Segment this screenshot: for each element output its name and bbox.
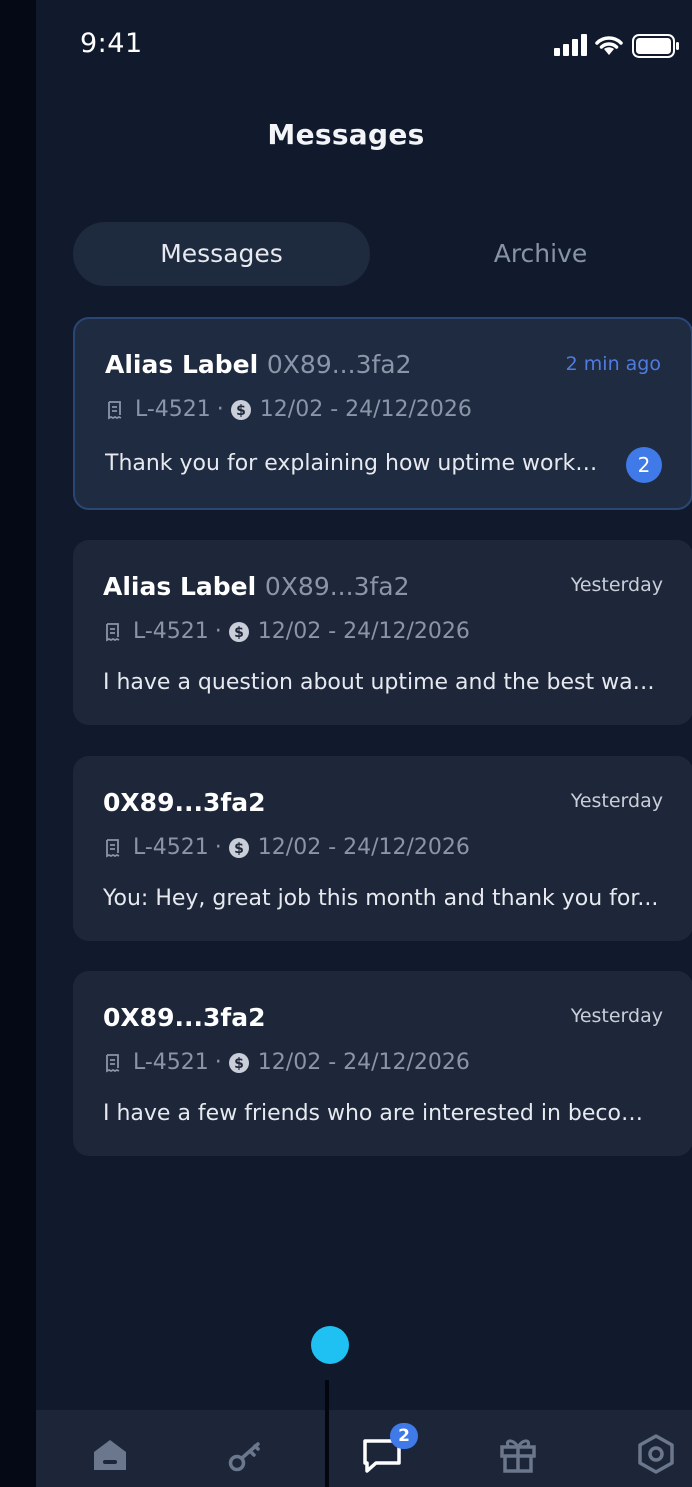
meta-separator: · xyxy=(214,835,222,860)
phone-screen: 9:41 Messages Messages Archive Alias Lab… xyxy=(36,0,692,1487)
message-time: Yesterday xyxy=(570,574,663,596)
lease-period: 12/02 - 24/12/2026 xyxy=(257,835,470,860)
lease-period: 12/02 - 24/12/2026 xyxy=(257,619,470,644)
drag-line xyxy=(325,1380,329,1487)
meta-separator: · xyxy=(214,619,222,644)
tab-messages[interactable]: Messages xyxy=(73,222,370,286)
message-preview: I have a question about uptime and the b… xyxy=(103,670,663,695)
contact-alias: Alias Label xyxy=(103,572,257,601)
unread-count-badge: 2 xyxy=(626,447,662,483)
message-time: Yesterday xyxy=(570,790,663,812)
wifi-icon xyxy=(595,36,623,55)
bottom-nav xyxy=(36,1410,692,1487)
dollar-coin-icon: $ xyxy=(228,1052,249,1073)
svg-text:$: $ xyxy=(236,403,246,419)
page-title: Messages xyxy=(267,118,425,151)
chat-badge: 2 xyxy=(390,1423,418,1449)
lease-period: 12/02 - 24/12/2026 xyxy=(259,397,472,422)
contact-address: 0X89...3fa2 xyxy=(266,350,412,379)
receipt-icon xyxy=(106,1053,120,1072)
lease-id: L-4521 xyxy=(133,835,209,860)
conversation-title: 0X89...3fa2 xyxy=(103,788,266,817)
conversation-item[interactable]: Alias Label 0X89...3fa2 Yesterday L-4521… xyxy=(73,540,692,725)
contact-address: 0X89...3fa2 xyxy=(103,1003,266,1032)
signal-icon xyxy=(554,34,587,56)
message-time: Yesterday xyxy=(570,1005,663,1027)
status-time: 9:41 xyxy=(80,28,143,59)
receipt-icon xyxy=(106,838,120,857)
settings-hex-icon[interactable] xyxy=(632,1430,680,1478)
contact-alias: Alias Label xyxy=(105,350,259,379)
conversation-item[interactable]: 0X89...3fa2 Yesterday L-4521 · $ 12/02 -… xyxy=(73,756,692,941)
lease-period: 12/02 - 24/12/2026 xyxy=(257,1050,470,1075)
dollar-coin-icon: $ xyxy=(228,837,249,858)
conversation-item[interactable]: 0X89...3fa2 Yesterday L-4521 · $ 12/02 -… xyxy=(73,971,692,1156)
segmented-tabs: Messages Archive xyxy=(73,222,692,288)
message-time: 2 min ago xyxy=(565,353,661,375)
meta-separator: · xyxy=(216,397,224,422)
side-margin xyxy=(0,0,36,1487)
dollar-coin-icon: $ xyxy=(230,399,251,420)
conversation-item[interactable]: Alias Label 0X89...3fa2 2 min ago L-4521… xyxy=(73,317,692,510)
key-icon[interactable] xyxy=(222,1430,270,1478)
lease-meta: L-4521 · $ 12/02 - 24/12/2026 xyxy=(103,1050,470,1075)
lease-meta: L-4521 · $ 12/02 - 24/12/2026 xyxy=(103,619,470,644)
meta-separator: · xyxy=(214,1050,222,1075)
home-icon[interactable] xyxy=(86,1430,134,1478)
drag-handle[interactable] xyxy=(311,1326,349,1364)
svg-text:$: $ xyxy=(234,625,244,641)
receipt-icon xyxy=(108,400,122,419)
conversation-title: Alias Label 0X89...3fa2 xyxy=(105,350,412,379)
contact-address: 0X89...3fa2 xyxy=(103,788,266,817)
contact-address: 0X89...3fa2 xyxy=(264,572,410,601)
message-preview: You: Hey, great job this month and thank… xyxy=(103,886,659,911)
svg-text:$: $ xyxy=(234,1056,244,1072)
lease-id: L-4521 xyxy=(133,1050,209,1075)
conversation-title: 0X89...3fa2 xyxy=(103,1003,266,1032)
status-bar: 9:41 xyxy=(36,0,692,90)
dollar-coin-icon: $ xyxy=(228,621,249,642)
lease-id: L-4521 xyxy=(135,397,211,422)
message-preview: Thank you for explaining how uptime work… xyxy=(105,451,605,476)
receipt-icon xyxy=(106,622,120,641)
message-preview: I have a few friends who are interested … xyxy=(103,1101,663,1126)
battery-icon xyxy=(632,34,679,58)
tab-archive[interactable]: Archive xyxy=(383,222,692,286)
gift-icon[interactable] xyxy=(494,1430,542,1478)
lease-meta: L-4521 · $ 12/02 - 24/12/2026 xyxy=(105,397,472,422)
lease-id: L-4521 xyxy=(133,619,209,644)
svg-text:$: $ xyxy=(234,841,244,857)
lease-meta: L-4521 · $ 12/02 - 24/12/2026 xyxy=(103,835,470,860)
conversation-title: Alias Label 0X89...3fa2 xyxy=(103,572,410,601)
